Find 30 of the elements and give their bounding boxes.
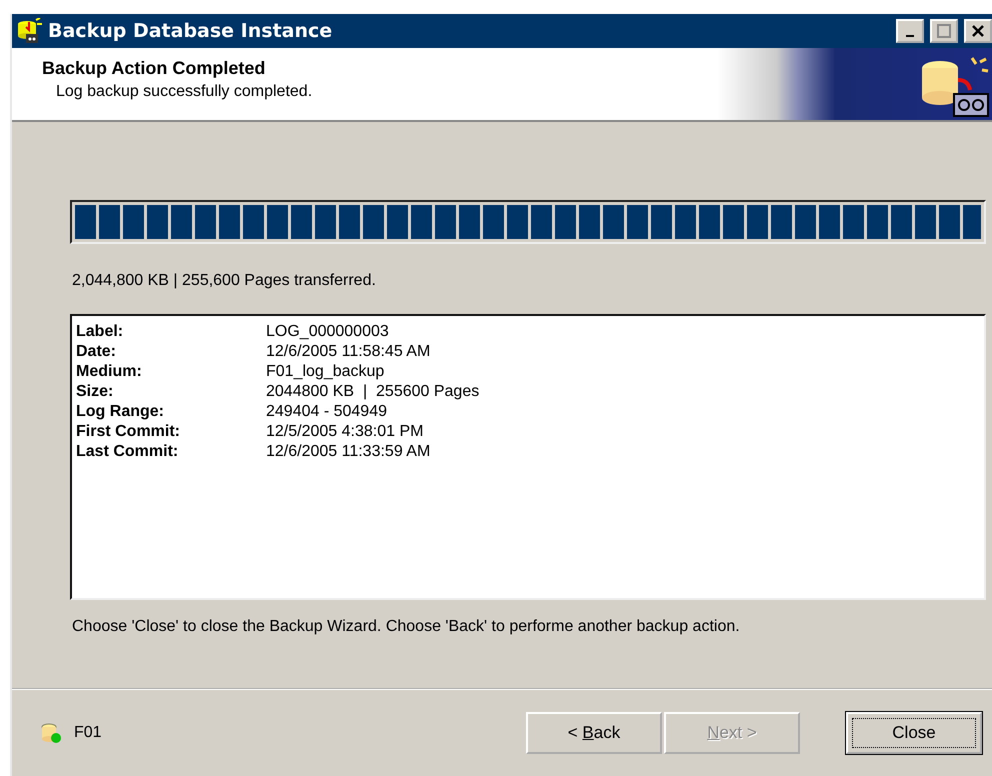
close-button[interactable] bbox=[964, 19, 992, 43]
window-title: Backup Database Instance bbox=[48, 20, 334, 42]
detail-value: F01_log_backup bbox=[266, 362, 386, 382]
maximize-icon bbox=[937, 24, 951, 38]
detail-value: 2044800 KB | 255600 Pages bbox=[266, 382, 480, 402]
detail-label: Size: bbox=[76, 382, 114, 402]
detail-label: Medium: bbox=[76, 362, 143, 382]
detail-label: Date: bbox=[76, 342, 118, 362]
detail-label: First Commit: bbox=[76, 422, 181, 442]
wizard-button[interactable]: Close bbox=[846, 712, 982, 754]
detail-label: Last Commit: bbox=[76, 442, 180, 462]
detail-value: 12/6/2005 11:58:45 AM bbox=[266, 342, 432, 362]
detail-label: Log Range: bbox=[76, 402, 165, 422]
database-icon bbox=[16, 18, 44, 44]
header-title: Backup Action Completed bbox=[42, 58, 266, 79]
minimize-icon bbox=[906, 35, 914, 37]
detail-value: 12/6/2005 11:33:59 AM bbox=[266, 442, 432, 462]
detail-value: LOG_000000003 bbox=[266, 322, 390, 342]
detail-value: 12/5/2005 4:38:01 PM bbox=[266, 422, 424, 442]
minimize-button[interactable] bbox=[896, 19, 924, 43]
detail-label: Label: bbox=[76, 322, 124, 342]
close-icon bbox=[971, 24, 985, 38]
wizard-button[interactable]: < Back bbox=[526, 712, 662, 754]
header-subtitle: Log backup successfully completed. bbox=[55, 83, 314, 101]
transfer-status: 2,044,800 KB | 255,600 Pages transferred. bbox=[72, 272, 377, 290]
database-icon bbox=[40, 722, 62, 744]
detail-value: 249404 - 504949 bbox=[266, 402, 388, 422]
hint-text: Choose 'Close' to close the Backup Wizard. Choose 'Back' to performe another backup action. bbox=[72, 618, 741, 636]
maximize-button[interactable] bbox=[930, 19, 958, 43]
instance-name: F01 bbox=[74, 724, 103, 742]
